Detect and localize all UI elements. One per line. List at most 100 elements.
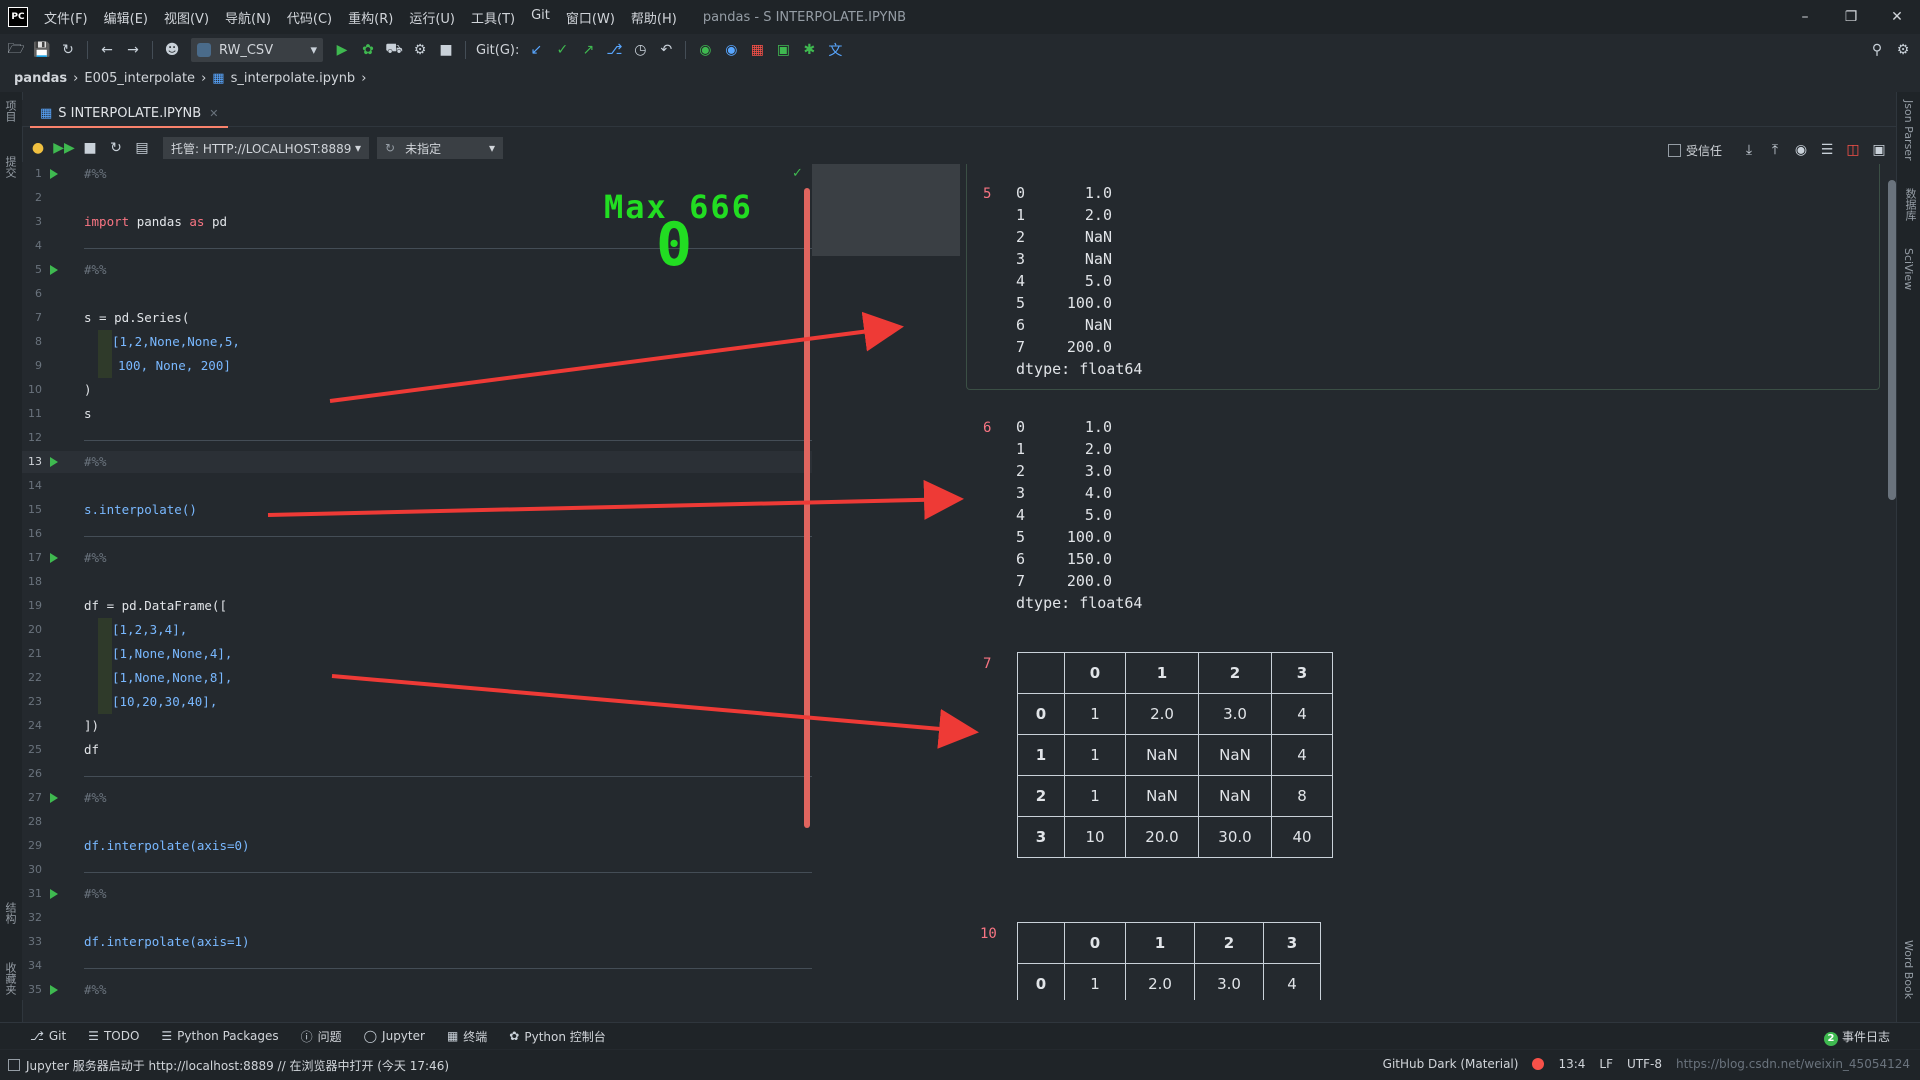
jupyter-server-dropdown[interactable]: 托管: HTTP://LOCALHOST:8889 ▾ [163,137,369,159]
breadcrumb-project[interactable]: pandas [14,71,67,86]
structure-icon[interactable]: ▣ [771,38,795,62]
save-icon[interactable]: 💾 [30,38,54,62]
favorites-tool-tab[interactable]: 收藏夹 [2,962,18,995]
menu-help[interactable]: 帮助(H) [623,8,685,27]
split-view-icon[interactable]: ◫ [1841,138,1865,162]
line-number: 28 [28,815,42,828]
layout-icon[interactable]: ▦ [745,38,769,62]
back-icon[interactable]: ← [95,38,119,62]
breadcrumb-folder[interactable]: E005_interpolate [84,71,195,86]
git-push-icon[interactable]: ↗ [576,38,600,62]
run-cell-icon[interactable] [50,169,58,179]
tool-tab-jupyter[interactable]: ◯ Jupyter [364,1029,425,1043]
menu-edit[interactable]: 编辑(E) [96,8,156,27]
database-tab[interactable]: 数据库 [1902,188,1918,221]
file-encoding[interactable]: UTF-8 [1627,1057,1662,1071]
translate-icon[interactable]: 文 [823,38,847,62]
tool-tab-label: Git [48,1029,67,1043]
theme-icon[interactable] [1532,1058,1545,1070]
preview-only-icon[interactable]: ▣ [1867,138,1891,162]
run-cell-icon[interactable] [50,793,58,803]
search-icon[interactable]: ⚲ [1865,38,1889,62]
variables-icon[interactable]: ▤ [130,136,154,160]
run-cell-icon[interactable] [50,265,58,275]
project-tool-tab[interactable]: 项目 [2,100,18,122]
menu-window[interactable]: 窗口(W) [558,8,623,27]
series-value: 200.0 [1066,338,1112,356]
profile-icon[interactable]: ⚙ [408,38,432,62]
menu-navigate[interactable]: 导航(N) [217,8,279,27]
editor-only-icon[interactable]: ☰ [1815,138,1839,162]
close-icon[interactable]: ✕ [209,107,218,120]
tool-tab-terminal[interactable]: ▦ 终端 [447,1028,487,1045]
coverage-icon[interactable]: ⛟ [382,38,406,62]
commit-tool-tab[interactable]: 提交 [2,156,18,178]
git-branch-icon[interactable]: ⎇ [602,38,626,62]
code-editor[interactable]: 1 2 3 4 5 6 7 8 9 10 11 12 13 14 15 16 1… [22,162,812,1000]
open-folder-icon[interactable]: 🗁 [4,38,28,62]
menu-file[interactable]: 文件(F) [36,8,96,27]
kernel-dropdown[interactable]: ↻ 未指定 ▾ [377,137,503,159]
line-number: 9 [35,359,42,372]
plugin-icon[interactable]: ✱ [797,38,821,62]
tab-s-interpolate[interactable]: ▦ S INTERPOLATE.IPYNB ✕ [30,100,229,128]
line-number: 2 [35,191,42,204]
lightbulb-icon[interactable]: ● [26,136,50,160]
menu-run[interactable]: 运行(U) [401,8,463,27]
status-message[interactable]: Jupyter 服务器启动于 http://localhost:8889 // … [26,1057,449,1074]
debug-icon[interactable]: ✿ [356,38,380,62]
restore-icon[interactable]: ❐ [1828,0,1874,34]
minimap[interactable] [812,164,960,256]
tool-tab-python-console[interactable]: ✿ Python 控制台 [509,1028,605,1045]
sync-icon[interactable]: ↻ [56,38,80,62]
stop-icon[interactable]: ■ [78,136,102,160]
tool-tab-git[interactable]: ⎇ Git [30,1029,66,1043]
move-up-icon[interactable]: ⤒ [1763,138,1787,162]
breadcrumb-file[interactable]: s_interpolate.ipynb [231,71,356,86]
close-icon[interactable]: ✕ [1874,0,1920,34]
sciview-icon[interactable]: ◉ [719,38,743,62]
editor-scrollbar[interactable] [804,188,810,828]
json-parser-tab[interactable]: Json Parser [1902,100,1915,161]
theme-label[interactable]: GitHub Dark (Material) [1383,1057,1519,1071]
run-cell-icon[interactable] [50,553,58,563]
event-log-tab[interactable]: 2 事件日志 [1823,1028,1890,1046]
sciview-tab[interactable]: SciView [1902,248,1915,290]
line-separator[interactable]: LF [1599,1057,1613,1071]
gear-icon[interactable]: ⚙ [1891,38,1915,62]
minimize-icon[interactable]: – [1782,0,1828,34]
tool-tab-python-packages[interactable]: ☰ Python Packages [161,1029,278,1043]
run-icon[interactable]: ▶ [330,38,354,62]
word-book-tab[interactable]: Word Book [1902,940,1915,999]
rollback-icon[interactable]: ↶ [654,38,678,62]
preview-icon[interactable]: ◉ [1789,138,1813,162]
cursor-position[interactable]: 13:4 [1558,1057,1585,1071]
user-icon[interactable]: ☻ [160,38,184,62]
tool-tab-todo[interactable]: ☰ TODO [88,1029,139,1043]
git-update-icon[interactable]: ↙ [524,38,548,62]
menu-git[interactable]: Git [523,8,558,27]
series-index: 2 [1016,462,1026,480]
menu-code[interactable]: 代码(C) [279,8,340,27]
menu-view[interactable]: 视图(V) [156,8,217,27]
tool-tab-problems[interactable]: ⓘ 问题 [301,1028,342,1045]
output-scrollbar[interactable] [1888,180,1896,500]
run-config-dropdown[interactable]: RW_CSV ▾ [191,38,323,62]
run-all-icon[interactable]: ▶▶ [52,136,76,160]
run-cell-icon[interactable] [50,985,58,995]
structure-tool-tab[interactable]: 结构 [2,902,18,924]
menu-refactor[interactable]: 重构(R) [340,8,401,27]
run-cell-icon[interactable] [50,889,58,899]
run-cell-icon[interactable] [50,457,58,467]
restart-kernel-icon[interactable]: ↻ [104,136,128,160]
line-number: 4 [35,239,42,252]
history-icon[interactable]: ◷ [628,38,652,62]
forward-icon[interactable]: → [121,38,145,62]
stop-icon[interactable]: ■ [434,38,458,62]
move-down-icon[interactable]: ⤓ [1737,138,1761,162]
status-toggle-icon[interactable] [8,1059,20,1071]
menu-tools[interactable]: 工具(T) [463,8,523,27]
coverage-run-icon[interactable]: ◉ [693,38,717,62]
trusted-checkbox[interactable] [1667,143,1681,157]
git-commit-icon[interactable]: ✓ [550,38,574,62]
